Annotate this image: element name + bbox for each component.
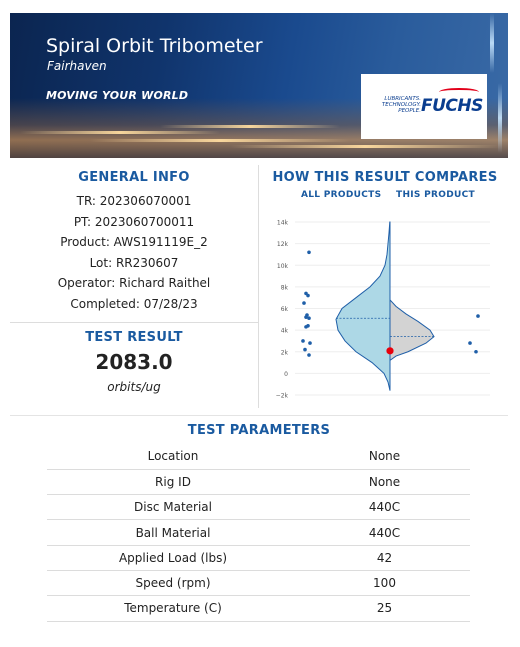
all-products-point [307, 250, 311, 255]
test-parameters-title: TEST PARAMETERS [187, 423, 331, 438]
app-title: Spiral Orbit Tribometer [46, 35, 263, 57]
legend-all-products: ALL PRODUCTS [301, 190, 382, 200]
y-tick-label: 2k [281, 349, 289, 356]
y-tick-label: 12k [277, 241, 289, 248]
this-result-marker [386, 347, 394, 355]
general-info-title: GENERAL INFO [78, 170, 190, 185]
param-value: None [299, 444, 470, 470]
product-name: Product: AWS191119E_2 [60, 235, 208, 249]
all-products-point [307, 353, 311, 357]
y-tick-label: −2k [276, 393, 289, 400]
table-row: Ball Material 440C [47, 519, 470, 546]
table-row: Applied Load (lbs) 42 [47, 545, 470, 571]
param-value: 100 [299, 570, 470, 597]
this-product-point [468, 341, 472, 345]
left-column: GENERAL INFO TR: 202306070001 PT: 202306… [10, 160, 258, 408]
all-products-point [307, 316, 311, 321]
fuchs-logo: LUBRICANTS. TECHNOLOGY. PEOPLE. FUCHS [361, 74, 487, 139]
section-divider [10, 415, 508, 416]
test-result-unit: orbits/ug [107, 380, 161, 394]
param-label: Location [47, 444, 299, 470]
this-product-point [474, 349, 478, 354]
light-streak [498, 83, 502, 153]
table-row: Disc Material 440C [47, 494, 470, 521]
legend-this-product: THIS PRODUCT [396, 190, 475, 200]
y-tick-label: 0 [284, 371, 288, 378]
all-products-point [304, 325, 308, 329]
table-row: Location None [47, 444, 470, 470]
param-value: None [299, 469, 470, 496]
param-label: Disc Material [47, 494, 299, 521]
param-value: 440C [299, 519, 470, 546]
logo-wordmark: FUCHS [421, 96, 483, 116]
param-value: 42 [299, 545, 470, 571]
lot-number: Lot: RR230607 [89, 255, 179, 270]
pt-number: PT: 2023060700011 [73, 214, 195, 229]
section-divider [10, 322, 258, 323]
all-products-point [306, 293, 310, 298]
light-streak [230, 145, 500, 148]
y-tick-label: 14k [277, 220, 289, 227]
all-products-point [308, 341, 312, 345]
tr-number: TR: 202306070001 [76, 194, 192, 208]
all-products-point [301, 339, 305, 343]
light-streak [20, 131, 220, 134]
header-banner: Spiral Orbit Tribometer Fairhaven MOVING… [10, 13, 508, 158]
y-tick-label: 6k [281, 306, 289, 313]
test-result-title: TEST RESULT [85, 330, 183, 345]
column-divider [258, 165, 259, 408]
y-tick-label: 4k [281, 328, 289, 335]
light-streak [490, 13, 494, 73]
logo-tagline: LUBRICANTS. TECHNOLOGY. PEOPLE. [381, 96, 421, 114]
table-row: Rig ID None [47, 469, 470, 496]
violin-all-products [335, 221, 391, 391]
param-label: Temperature (C) [47, 595, 299, 622]
test-parameters-table: Location None Rig ID None Disc Material 440… [47, 444, 470, 622]
comparison-title: HOW THIS RESULT COMPARES [272, 170, 498, 185]
y-tick-label: 10k [277, 263, 289, 270]
operator-name: Operator: Richard Raithel [57, 276, 211, 290]
param-value: 25 [299, 595, 470, 622]
banner-slogan: MOVING YOUR WORLD [46, 89, 189, 102]
comparison-violin-chart: 14k 12k 10k 8k 6k 4k 2k 0 −2k [276, 220, 490, 400]
comparison-panel: HOW THIS RESULT COMPARES ALL PRODUCTS TH… [260, 160, 510, 408]
param-label: Ball Material [47, 519, 299, 546]
all-products-point [302, 301, 306, 305]
completed-date: Completed: 07/28/23 [70, 296, 198, 311]
param-label: Speed (rpm) [47, 570, 299, 597]
light-streak [90, 139, 350, 142]
y-tick-label: 8k [281, 284, 289, 291]
logo-swoosh-icon [439, 88, 479, 96]
table-row: Temperature (C) 25 [47, 595, 470, 622]
general-info-list: TR: 202306070001 PT: 2023060700011 Produ… [10, 191, 258, 314]
light-streak [160, 125, 340, 128]
this-product-point [476, 314, 480, 318]
test-result-value: 2083.0 [95, 350, 173, 374]
param-label: Rig ID [47, 469, 299, 496]
table-row: Speed (rpm) 100 [47, 570, 470, 597]
all-products-point [303, 347, 307, 352]
param-value: 440C [299, 494, 470, 521]
param-label: Applied Load (lbs) [47, 545, 299, 571]
location-subtitle: Fairhaven [47, 59, 107, 73]
